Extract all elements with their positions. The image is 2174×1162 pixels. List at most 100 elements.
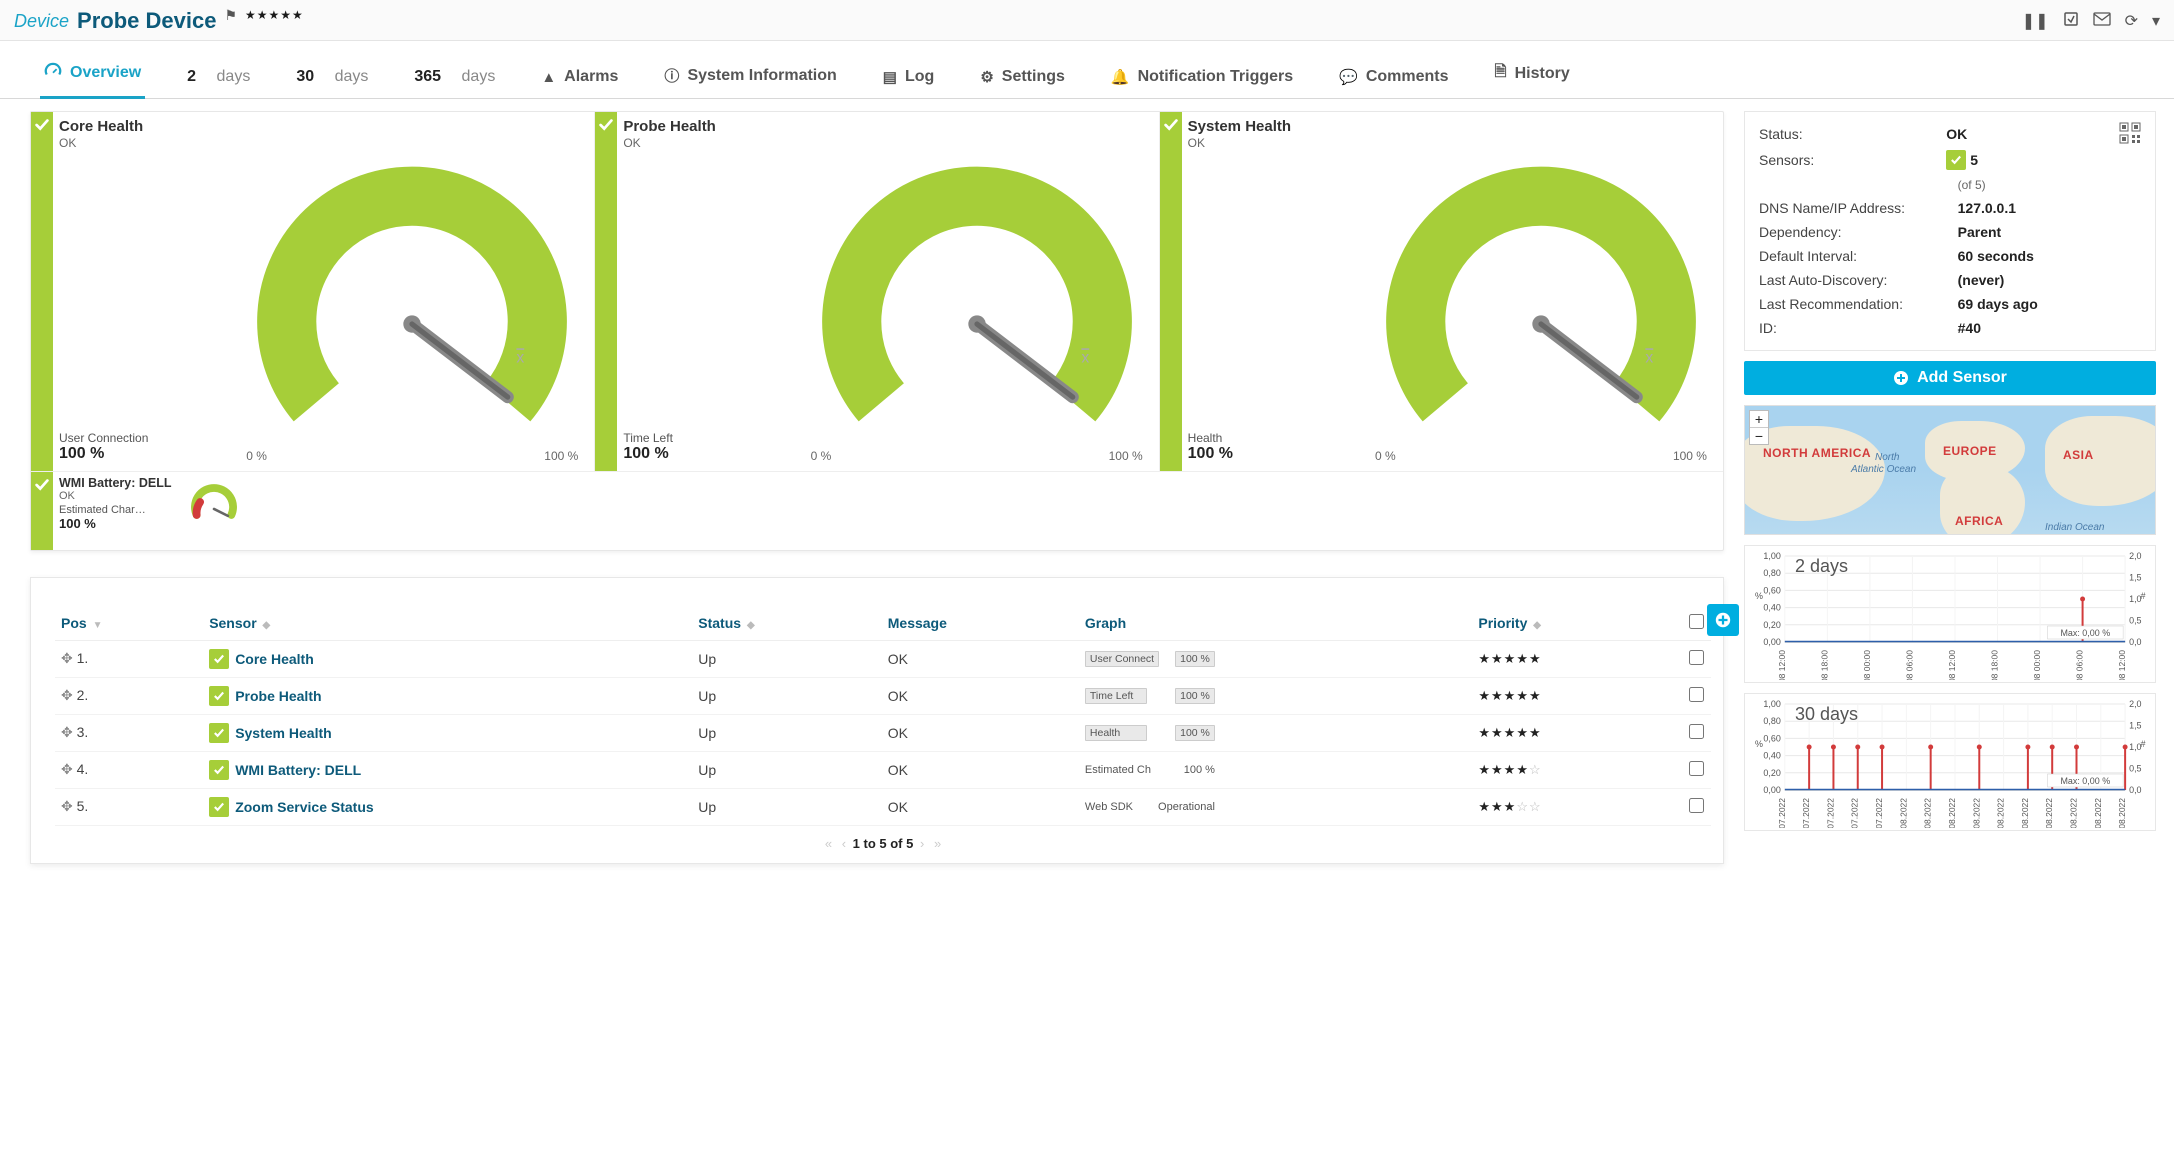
- drag-handle-icon[interactable]: ✥: [61, 761, 73, 777]
- chart-30days[interactable]: 30 days 0,000,200,400,600,801,000,00,51,…: [1744, 693, 2156, 831]
- chart-2days[interactable]: 2 days 0,000,200,400,600,801,000,00,51,0…: [1744, 545, 2156, 683]
- pager-last[interactable]: »: [931, 836, 944, 851]
- tab-history[interactable]: 🗎History: [1491, 55, 1574, 98]
- menu-dropdown-icon[interactable]: ▾: [2152, 11, 2160, 31]
- tab-settings[interactable]: ⚙Settings: [976, 62, 1069, 98]
- row-priority-stars[interactable]: ★★★★★: [1478, 688, 1541, 703]
- gauge-graphic: x 0 %100 %: [803, 150, 1151, 463]
- svg-text:19.08.2022: 19.08.2022: [2117, 798, 2127, 828]
- svg-text:13.08.2022: 13.08.2022: [2044, 798, 2054, 828]
- gauge-min: 0 %: [811, 449, 832, 463]
- col-priority[interactable]: Priority ◆: [1472, 606, 1681, 641]
- flag-icon[interactable]: ⚑: [224, 7, 237, 24]
- map-widget[interactable]: NORTH AMERICA EUROPE ASIA AFRICA North A…: [1744, 405, 2156, 535]
- row-mini-graph: Estimated Ch100 %: [1085, 764, 1215, 776]
- svg-text:07.08.2022: 07.08.2022: [1971, 798, 1981, 828]
- rating-stars[interactable]: ★★★★★: [245, 8, 304, 22]
- drag-handle-icon[interactable]: ✥: [61, 798, 73, 814]
- col-graph[interactable]: Graph: [1079, 606, 1472, 641]
- svg-text:18.08 12:00: 18.08 12:00: [1947, 650, 1957, 680]
- add-sensor-fab[interactable]: [1707, 604, 1739, 636]
- row-priority-stars[interactable]: ★★★★★: [1478, 651, 1541, 666]
- pause-icon[interactable]: ❚❚: [2022, 11, 2049, 31]
- gauge-max: 100 %: [1109, 449, 1143, 463]
- drag-handle-icon[interactable]: ✥: [61, 724, 73, 740]
- svg-text:18.08 06:00: 18.08 06:00: [1904, 650, 1914, 680]
- row-priority-stars[interactable]: ★★★☆☆: [1478, 799, 1541, 814]
- info-key-autodiscovery: Last Auto-Discovery:: [1759, 272, 1958, 288]
- row-checkbox[interactable]: [1689, 650, 1704, 665]
- status-ok-indicator: [31, 472, 53, 550]
- svg-text:17.08 18:00: 17.08 18:00: [1819, 650, 1829, 680]
- recommend-icon[interactable]: [2063, 11, 2079, 32]
- tab-comments[interactable]: 💬Comments: [1335, 62, 1452, 98]
- tab-30days[interactable]: 30 days: [292, 62, 372, 98]
- sensor-card-system-health[interactable]: System Health OK Health 100 % x 0 %100 %: [1160, 112, 1723, 471]
- info-key-interval: Default Interval:: [1759, 248, 1958, 264]
- sensor-link[interactable]: Core Health: [209, 649, 686, 669]
- sensor-link[interactable]: Probe Health: [209, 686, 686, 706]
- refresh-icon[interactable]: ⟳: [2125, 11, 2138, 31]
- gear-icon: ⚙: [980, 68, 993, 86]
- svg-text:19.08 06:00: 19.08 06:00: [2075, 650, 2085, 680]
- info-val-id: #40: [1958, 320, 1981, 336]
- tab-2days[interactable]: 2 days: [183, 62, 254, 98]
- sensor-card-core-health[interactable]: Core Health OK User Connection 100 % x 0…: [31, 112, 595, 471]
- zoom-in-button[interactable]: +: [1750, 411, 1768, 428]
- sensor-metric: Time Left: [623, 431, 802, 445]
- info-icon: ⓘ: [664, 65, 679, 86]
- row-message: OK: [882, 640, 1079, 677]
- zoom-out-button[interactable]: −: [1750, 428, 1768, 444]
- gauges-panel: Core Health OK User Connection 100 % x 0…: [30, 111, 1724, 551]
- svg-text:22.07.2022: 22.07.2022: [1777, 798, 1787, 828]
- row-priority-stars[interactable]: ★★★★★: [1478, 725, 1541, 740]
- col-pos[interactable]: Pos ▼: [55, 606, 203, 641]
- sensor-card-probe-health[interactable]: Probe Health OK Time Left 100 % x 0 %100…: [595, 112, 1159, 471]
- gauge-graphic: x 0 %100 %: [238, 150, 586, 463]
- pager-prev[interactable]: ‹: [839, 836, 849, 851]
- mail-icon[interactable]: [2093, 12, 2111, 31]
- svg-text:18.08 18:00: 18.08 18:00: [1990, 650, 2000, 680]
- tab-365days[interactable]: 365 days: [410, 62, 499, 98]
- tab-log[interactable]: ▤Log: [879, 62, 939, 98]
- tab-alarms[interactable]: ▲Alarms: [537, 62, 622, 98]
- svg-text:0,0: 0,0: [2129, 637, 2141, 647]
- add-sensor-button[interactable]: Add Sensor: [1744, 361, 2156, 395]
- row-priority-stars[interactable]: ★★★★☆: [1478, 762, 1541, 777]
- device-name[interactable]: Probe Device: [77, 8, 216, 34]
- col-message[interactable]: Message: [882, 606, 1079, 641]
- map-label-na: NORTH AMERICA: [1763, 446, 1871, 460]
- info-val-dns: 127.0.0.1: [1958, 200, 2016, 216]
- col-status[interactable]: Status ◆: [692, 606, 882, 641]
- sensor-link[interactable]: System Health: [209, 723, 686, 743]
- row-message: OK: [882, 714, 1079, 751]
- col-sensor[interactable]: Sensor ◆: [203, 606, 692, 641]
- sensor-link[interactable]: Zoom Service Status: [209, 797, 686, 817]
- sensor-link[interactable]: WMI Battery: DELL: [209, 760, 686, 780]
- pager-first[interactable]: «: [822, 836, 835, 851]
- row-checkbox[interactable]: [1689, 798, 1704, 813]
- row-checkbox[interactable]: [1689, 761, 1704, 776]
- row-mini-graph: Time Left100 %: [1085, 688, 1215, 704]
- pager-next[interactable]: ›: [917, 836, 927, 851]
- page-header: Device Probe Device ⚑ ★★★★★ ❚❚ ⟳ ▾: [0, 0, 2174, 41]
- sensor-card-wmi-battery[interactable]: WMI Battery: DELL OK Estimated Char… 100…: [31, 472, 246, 550]
- tab-overview[interactable]: Overview: [40, 55, 145, 99]
- svg-text:05.08.2022: 05.08.2022: [1947, 798, 1957, 828]
- svg-text:17.08.2022: 17.08.2022: [2093, 798, 2103, 828]
- tab-system-information[interactable]: ⓘSystem Information: [660, 59, 840, 98]
- row-checkbox[interactable]: [1689, 724, 1704, 739]
- pager: « ‹ 1 to 5 of 5 › »: [55, 826, 1711, 853]
- sensor-value: 100 %: [1188, 445, 1367, 463]
- svg-text:1,5: 1,5: [2129, 572, 2141, 582]
- qr-code-icon[interactable]: [2119, 122, 2141, 147]
- bell-icon: 🔔: [1111, 68, 1130, 86]
- row-checkbox[interactable]: [1689, 687, 1704, 702]
- select-all-checkbox[interactable]: [1689, 614, 1704, 629]
- sensor-title: WMI Battery: DELL: [59, 476, 182, 490]
- info-val-interval: 60 seconds: [1958, 248, 2034, 264]
- drag-handle-icon[interactable]: ✥: [61, 687, 73, 703]
- tab-notification-triggers[interactable]: 🔔Notification Triggers: [1107, 62, 1297, 98]
- svg-text:Max: 0,00 %: Max: 0,00 %: [2060, 628, 2110, 638]
- drag-handle-icon[interactable]: ✥: [61, 650, 73, 666]
